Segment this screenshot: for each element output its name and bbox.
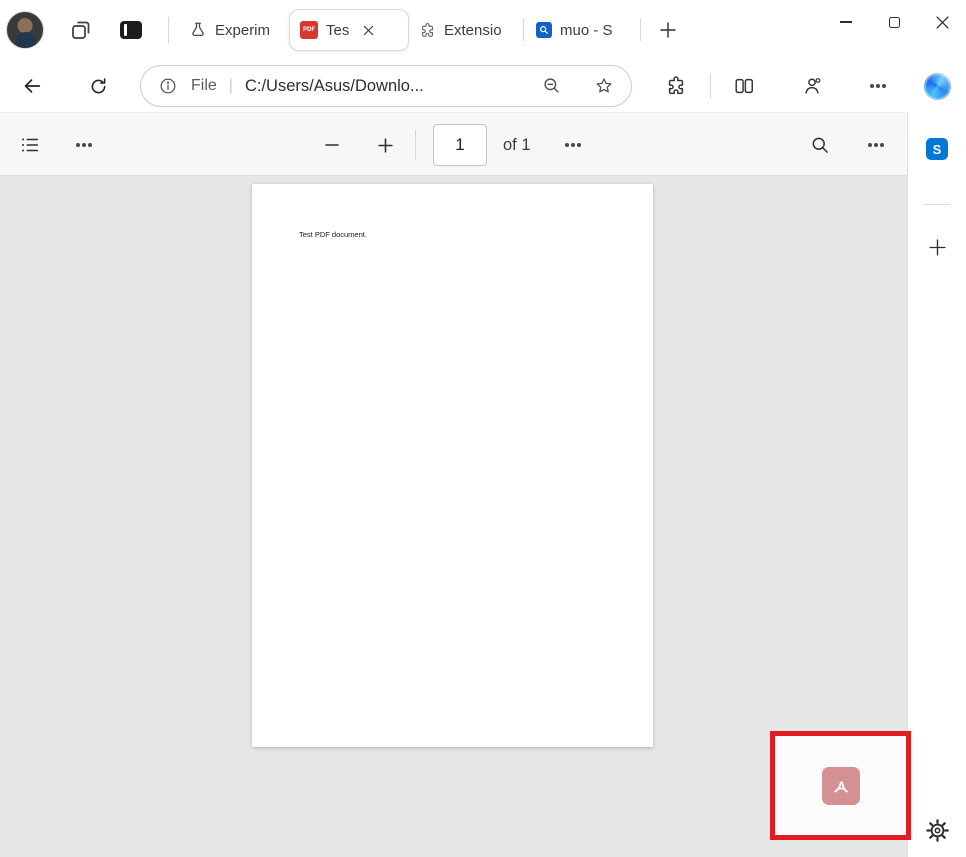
- back-button[interactable]: [14, 68, 50, 104]
- pdf-page: Test PDF document.: [252, 184, 653, 747]
- page-number-input[interactable]: [433, 124, 487, 166]
- divider: [640, 19, 641, 41]
- tab-extensions[interactable]: Extensio: [409, 10, 521, 50]
- toolbar-more-icon[interactable]: [66, 127, 102, 163]
- minimize-button[interactable]: [822, 0, 870, 44]
- divider: [523, 19, 524, 41]
- tab-label: Extensio: [444, 21, 502, 39]
- tab-search[interactable]: muo - S: [526, 10, 638, 50]
- divider: [924, 204, 950, 205]
- url-text[interactable]: C:/Users/Asus/Downlo...: [245, 77, 537, 96]
- pdf-page-text: Test PDF document.: [299, 230, 367, 239]
- pdf-favicon: PDF: [300, 21, 318, 39]
- new-tab-button[interactable]: [651, 13, 685, 47]
- adobe-acrobat-icon: [830, 775, 852, 797]
- table-of-contents-icon[interactable]: [12, 127, 48, 163]
- address-bar[interactable]: File | C:/Users/Asus/Downlo...: [140, 65, 632, 107]
- page-count-label: of 1: [503, 135, 531, 154]
- tab-close-icon[interactable]: [359, 21, 377, 39]
- copilot-icon[interactable]: [923, 73, 951, 100]
- close-button[interactable]: [918, 0, 966, 44]
- tab-label: Tes: [326, 21, 350, 39]
- zoom-in-button[interactable]: [367, 127, 403, 163]
- tab-label: muo - S: [560, 21, 613, 39]
- favorites-star-icon[interactable]: [589, 71, 619, 101]
- zoom-out-button[interactable]: [314, 127, 350, 163]
- extensions-icon[interactable]: [658, 68, 694, 104]
- navigation-bar: File | C:/Users/Asus/Downlo...: [0, 60, 966, 112]
- zoom-out-icon[interactable]: [537, 71, 567, 101]
- tab-actions-menu-icon[interactable]: [114, 13, 148, 47]
- tab-test-pdf[interactable]: PDF Tes: [289, 9, 409, 51]
- sidebar-add-button[interactable]: [920, 230, 954, 264]
- sidebar-settings-gear-icon[interactable]: [920, 813, 954, 847]
- skype-app-icon[interactable]: S: [926, 138, 948, 160]
- tab-bar: Experim PDF Tes Extensio muo - S: [0, 0, 966, 60]
- divider: [710, 74, 711, 98]
- pdf-toolbar: of 1: [0, 112, 908, 176]
- workspaces-icon[interactable]: [64, 13, 98, 47]
- puzzle-favicon: [419, 22, 436, 39]
- browser-window: Experim PDF Tes Extensio muo - S File | …: [0, 0, 966, 857]
- profile-avatar[interactable]: [6, 11, 44, 49]
- search-document-icon[interactable]: [802, 127, 838, 163]
- tab-experiments[interactable]: Experim: [179, 10, 289, 50]
- adobe-acrobat-button[interactable]: [821, 766, 860, 805]
- refresh-button[interactable]: [80, 68, 116, 104]
- person-icon[interactable]: [794, 68, 830, 104]
- tab-label: Experim: [215, 21, 271, 39]
- search-favicon: [536, 22, 552, 38]
- edge-sidebar: S: [908, 60, 966, 857]
- split-screen-icon[interactable]: [726, 68, 762, 104]
- divider: [168, 17, 169, 43]
- divider: [415, 130, 416, 160]
- maximize-button[interactable]: [870, 0, 918, 44]
- page-info-icon[interactable]: [153, 71, 183, 101]
- pdf-more-options-icon[interactable]: [858, 127, 894, 163]
- url-separator: |: [228, 77, 233, 94]
- flask-icon: [189, 21, 207, 39]
- settings-more-icon[interactable]: [860, 68, 896, 104]
- page-more-icon[interactable]: [555, 127, 591, 163]
- highlight-rectangle: [770, 731, 911, 840]
- url-scheme-label: File: [191, 77, 217, 94]
